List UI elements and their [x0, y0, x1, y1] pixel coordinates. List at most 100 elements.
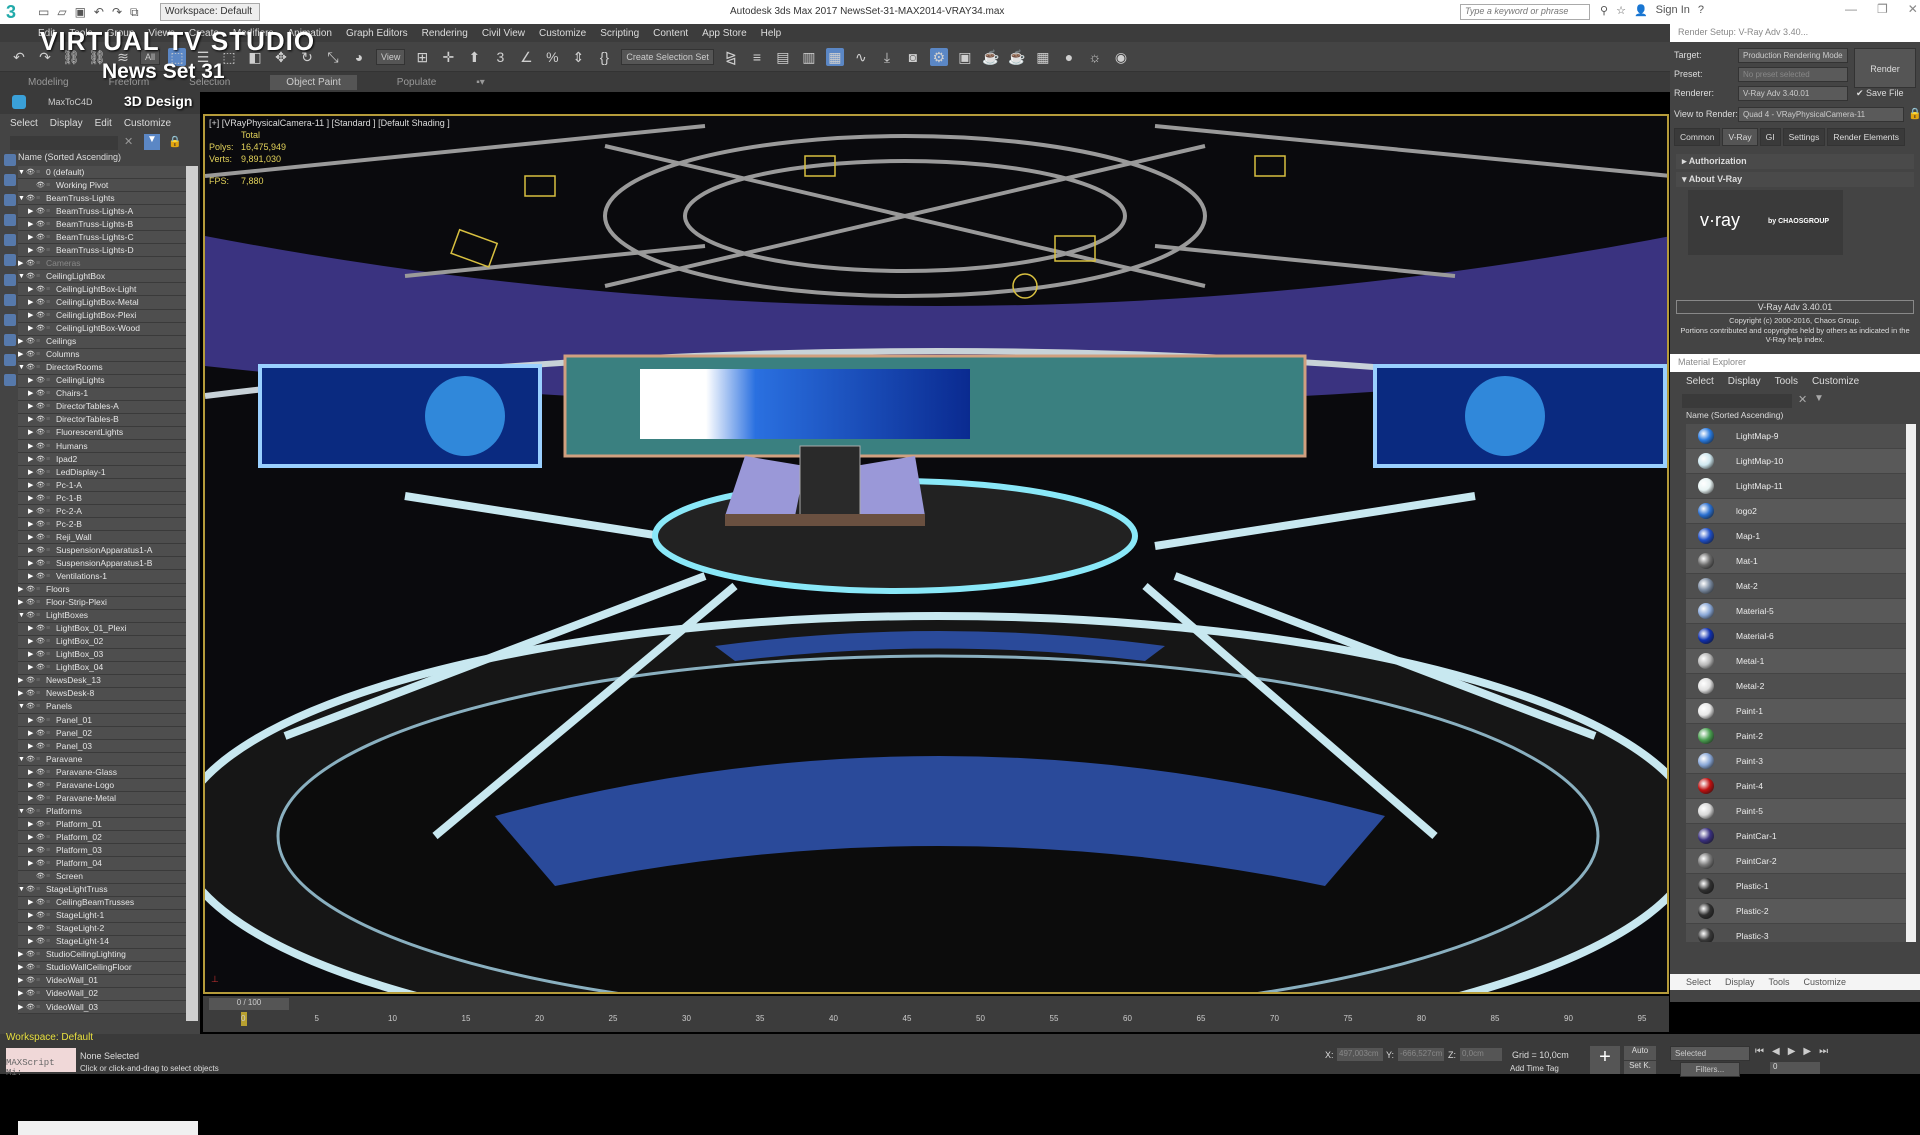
goto-end-icon[interactable]: ⏭ [1819, 1046, 1828, 1057]
visibility-eye-icon[interactable]: 👁 [36, 896, 46, 909]
scene-tree-item[interactable]: ▶ 👁 ≡ NewsDesk-8 [18, 687, 186, 701]
expand-icon[interactable]: ▶ [28, 440, 36, 453]
scene-tree-item[interactable]: ▶ 👁 ≡ Floor-Strip-Plexi [18, 596, 186, 610]
tab-common[interactable]: Common [1674, 128, 1721, 146]
visibility-eye-icon[interactable]: 👁 [36, 453, 46, 466]
material-item[interactable]: Metal-1 [1686, 649, 1911, 674]
material-item[interactable]: LightMap-10 [1686, 449, 1911, 474]
menu-customize[interactable]: Customize [539, 28, 586, 39]
new-file-icon[interactable]: ▭ [38, 5, 49, 20]
scene-tree-item[interactable]: ▶ 👁 ≡ Cameras [18, 257, 186, 271]
visibility-eye-icon[interactable]: 👁 [36, 857, 46, 870]
visibility-eye-icon[interactable]: 👁 [26, 166, 36, 179]
clear-filter-icon[interactable]: ✕ [124, 135, 133, 148]
scene-tree-item[interactable]: ▶ 👁 ≡ Chairs-1 [18, 387, 186, 401]
expand-icon[interactable]: ▶ [28, 400, 36, 413]
expand-icon[interactable]: ▶ [18, 687, 26, 700]
scene-tree-item[interactable]: ▶ 👁 ≡ BeamTruss-Lights-A [18, 205, 186, 219]
material-item[interactable]: Material-5 [1686, 599, 1911, 624]
scene-tree-item[interactable]: ▼ 👁 ≡ Paravane [18, 753, 186, 767]
ribbon-options-icon[interactable]: ▪▾ [476, 77, 485, 88]
scene-tree-item[interactable]: ▼ 👁 ≡ DirectorRooms [18, 361, 186, 375]
tab-settings[interactable]: Settings [1782, 128, 1826, 146]
expand-icon[interactable]: ▶ [18, 583, 26, 596]
expand-icon[interactable]: ▶ [28, 714, 36, 727]
expand-icon[interactable]: ▶ [28, 844, 36, 857]
expand-icon[interactable]: ▶ [18, 674, 26, 687]
scene-tree-item[interactable]: ▶ 👁 ≡ CeilingLightBox-Light [18, 283, 186, 297]
se-menu-display[interactable]: Display [50, 118, 83, 129]
visibility-eye-icon[interactable]: 👁 [36, 244, 46, 257]
star-icon[interactable]: ☆ [1616, 4, 1626, 17]
visibility-eye-icon[interactable]: 👁 [36, 635, 46, 648]
viewport-label[interactable]: [+] [VRayPhysicalCamera-11 ] [Standard ]… [209, 118, 450, 128]
material-item[interactable]: Plastic-2 [1686, 899, 1911, 924]
restore-icon[interactable]: ❐ [1877, 2, 1888, 16]
visibility-eye-icon[interactable]: 👁 [26, 753, 36, 766]
expand-icon[interactable]: ▶ [28, 518, 36, 531]
expand-icon[interactable]: ▶ [28, 779, 36, 792]
scene-tree-item[interactable]: ▶ 👁 ≡ StudioWallCeilingFloor [18, 961, 186, 975]
material-item[interactable]: PaintCar-1 [1686, 824, 1911, 849]
scene-tree-item[interactable]: ▶ 👁 ≡ DirectorTables-A [18, 400, 186, 414]
angle-snap-icon[interactable]: ∠ [517, 48, 535, 66]
scene-tree-item[interactable]: ▼ 👁 ≡ Platforms [18, 805, 186, 819]
curve-editor-icon[interactable]: ∿ [852, 48, 870, 66]
expand-icon[interactable]: ▶ [28, 922, 36, 935]
expand-icon[interactable]: ▶ [28, 531, 36, 544]
scene-tree-item[interactable]: ▶ 👁 ≡ Ipad2 [18, 453, 186, 467]
expand-icon[interactable]: ▶ [18, 974, 26, 987]
expand-icon[interactable]: ▶ [18, 961, 26, 974]
filters-button[interactable]: Filters... [1680, 1062, 1740, 1077]
add-time-tag[interactable]: Add Time Tag [1510, 1064, 1559, 1073]
visibility-eye-icon[interactable]: 👁 [36, 231, 46, 244]
expand-icon[interactable]: ▶ [28, 909, 36, 922]
visibility-eye-icon[interactable]: 👁 [36, 661, 46, 674]
expand-icon[interactable]: ▶ [28, 727, 36, 740]
material-item[interactable]: Paint-5 [1686, 799, 1911, 824]
menu-civil-view[interactable]: Civil View [482, 28, 525, 39]
visibility-eye-icon[interactable]: 👁 [36, 413, 46, 426]
visibility-eye-icon[interactable]: 👁 [36, 518, 46, 531]
visibility-eye-icon[interactable]: 👁 [36, 648, 46, 661]
renderer-select[interactable]: V-Ray Adv 3.40.01 [1738, 86, 1848, 101]
scene-tree-item[interactable]: ▶ 👁 ≡ Ceilings [18, 335, 186, 349]
expand-icon[interactable]: ▶ [18, 948, 26, 961]
visibility-eye-icon[interactable]: 👁 [36, 218, 46, 231]
scene-tree-item[interactable]: ▶ 👁 ≡ Platform_01 [18, 818, 186, 832]
scene-tree-item[interactable]: ▶ 👁 ≡ Panel_02 [18, 727, 186, 741]
expand-icon[interactable]: ▶ [18, 348, 26, 361]
me-search-input[interactable] [1682, 394, 1792, 408]
display-cameras-icon[interactable] [4, 214, 16, 226]
scene-tree-item[interactable]: ▶ 👁 ≡ Pc-1-A [18, 479, 186, 493]
selection-set-select[interactable]: Create Selection Set [621, 48, 714, 65]
visibility-eye-icon[interactable]: 👁 [26, 700, 36, 713]
collapse-icon[interactable]: ▼ [18, 700, 26, 713]
binoculars-icon[interactable]: ⚲ [1600, 4, 1608, 17]
me2-menu-select[interactable]: Select [1686, 977, 1711, 987]
visibility-eye-icon[interactable]: 👁 [36, 844, 46, 857]
menu-content[interactable]: Content [653, 28, 688, 39]
me2-menu-customize[interactable]: Customize [1804, 977, 1847, 987]
se-menu-select[interactable]: Select [10, 118, 38, 129]
save-file-checkbox[interactable]: ✔ Save File [1856, 88, 1904, 99]
maxtoc4d-tab[interactable]: MaxToC4D [48, 97, 93, 107]
rollout-about-vray[interactable]: ▾ About V-Ray [1676, 172, 1914, 187]
material-item[interactable]: Paint-3 [1686, 749, 1911, 774]
scene-tree-item[interactable]: ▶ 👁 ≡ Ventilations-1 [18, 570, 186, 584]
se-horizontal-scrollbar[interactable] [18, 1121, 198, 1135]
scene-tree-item[interactable]: 👁 ≡ Working Pivot [18, 179, 186, 193]
visibility-eye-icon[interactable]: 👁 [36, 440, 46, 453]
visibility-eye-icon[interactable]: 👁 [36, 479, 46, 492]
expand-icon[interactable]: ▶ [28, 492, 36, 505]
visibility-eye-icon[interactable]: 👁 [26, 883, 36, 896]
scene-tree-item[interactable]: ▼ 👁 ≡ 0 (default) [18, 166, 186, 180]
collapse-icon[interactable]: ▼ [18, 270, 26, 283]
scene-tree-item[interactable]: ▶ 👁 ≡ Panel_03 [18, 740, 186, 754]
scene-tree-item[interactable]: ▶ 👁 ≡ StudioCeilingLighting [18, 948, 186, 962]
keyboard-shortcut-icon[interactable]: ⬆ [465, 48, 483, 66]
scene-tree-item[interactable]: ▶ 👁 ≡ Pc-1-B [18, 492, 186, 506]
app-logo-icon[interactable]: 3 [6, 2, 28, 22]
scene-tree-item[interactable]: ▶ 👁 ≡ NewsDesk_13 [18, 674, 186, 688]
vray-sphere-icon[interactable]: ◉ [1112, 48, 1130, 66]
